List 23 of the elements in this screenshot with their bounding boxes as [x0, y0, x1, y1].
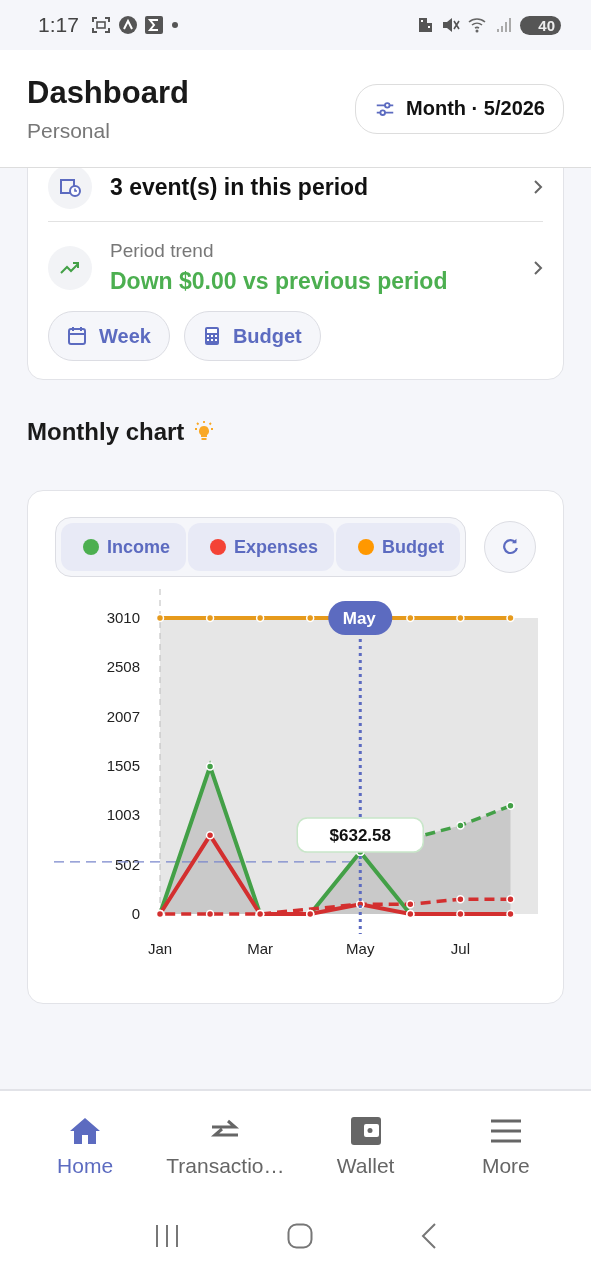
value-tooltip: $632.58 — [296, 817, 424, 853]
y-axis-label: 3010 — [106, 609, 140, 626]
x-axis-label: May — [346, 940, 375, 957]
status-time: 1:17 — [38, 13, 79, 37]
y-axis-label: 0 — [131, 905, 140, 922]
y-axis-label: 2508 — [106, 658, 140, 676]
page-subtitle: Personal — [27, 118, 111, 143]
annotation: $632.58 — [329, 826, 391, 846]
battery-indicator: 40 — [520, 15, 561, 35]
section-title: Monthly chart — [27, 418, 185, 446]
events-count: 3 event(s) in this period — [110, 173, 370, 201]
x-axis-label: Jan — [147, 940, 173, 957]
y-axis-label: 502 — [114, 855, 140, 873]
y-axis-label: 1505 — [106, 757, 140, 774]
page-title: Dashboard — [27, 74, 189, 111]
y-axis-label: 1003 — [106, 806, 140, 824]
x-axis-label: Jul — [450, 940, 470, 957]
y-axis-label: 2007 — [106, 707, 140, 725]
trend-value: Down $0.00 vs previous period — [110, 268, 449, 295]
annotation: May — [342, 609, 377, 628]
row-label: Period trend — [110, 240, 215, 262]
x-axis-label: Mar — [247, 940, 274, 957]
month-marker: May — [328, 601, 393, 635]
